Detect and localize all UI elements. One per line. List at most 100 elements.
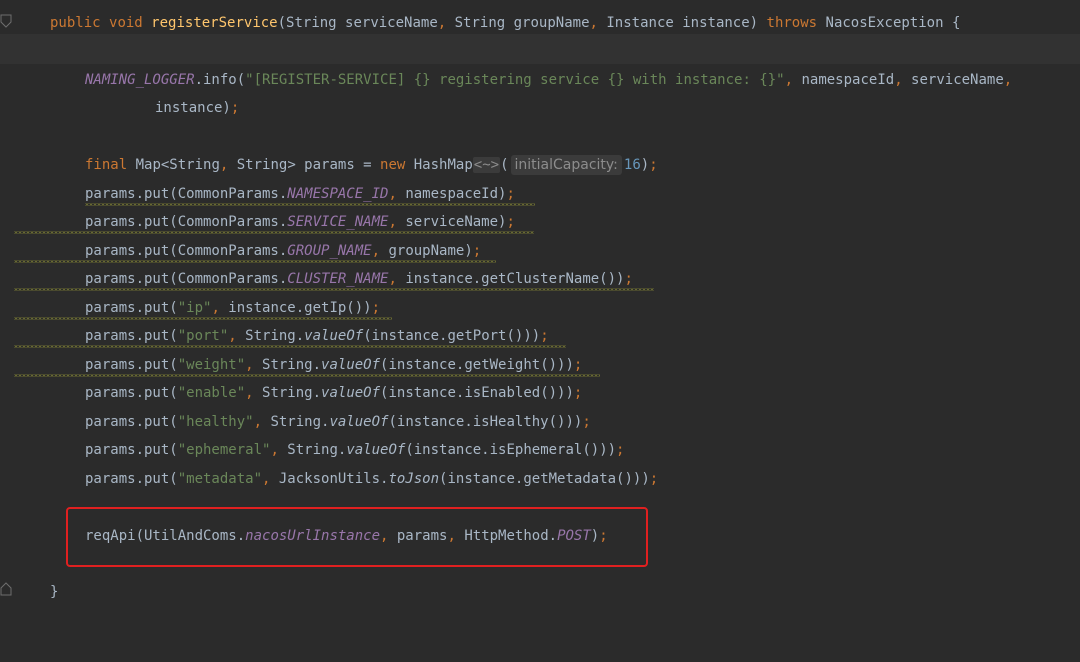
- static-method: valueOf: [329, 414, 389, 430]
- static-method: valueOf: [321, 357, 381, 373]
- put-call: params.put(: [85, 385, 178, 401]
- put-arg: (instance.isHealthy())): [388, 414, 583, 430]
- code-line-logger-cont[interactable]: instance);: [0, 94, 1080, 122]
- semicolon: ;: [506, 214, 515, 230]
- map-type: Map<String: [127, 157, 220, 173]
- arg-service-name: serviceName: [902, 72, 1004, 88]
- put-arg: (instance.getPort())): [363, 328, 541, 344]
- key-string: "healthy": [177, 414, 254, 430]
- comma: ,: [253, 414, 263, 430]
- comma: ,: [784, 72, 794, 88]
- semicolon: ;: [371, 300, 381, 316]
- string-class: String.: [253, 385, 322, 401]
- static-method: valueOf: [321, 385, 381, 401]
- key-string: "metadata": [177, 471, 263, 487]
- comma: ,: [228, 328, 237, 344]
- log-message-string: "[REGISTER-SERVICE] {} registering servi…: [245, 72, 785, 88]
- jackson-class: JacksonUtils.: [270, 471, 389, 487]
- put-call: params.put(: [85, 414, 178, 430]
- key-string: "enable": [177, 385, 246, 401]
- keyword-void: void: [109, 15, 143, 31]
- put-call: params.put(CommonParams.: [85, 214, 288, 230]
- put-call: params.put(: [85, 328, 178, 344]
- keyword-throws: throws: [766, 15, 818, 31]
- code-line-put-port[interactable]: params.put("port", String.valueOf(instan…: [0, 322, 1080, 350]
- comma: ,: [245, 357, 254, 373]
- comma: ,: [894, 72, 903, 88]
- comma: ,: [371, 243, 381, 259]
- code-line-map-decl[interactable]: final Map<String, String> params = new H…: [0, 151, 1080, 179]
- code-line-logger[interactable]: NAMING_LOGGER.info("[REGISTER-SERVICE] {…: [0, 66, 1080, 94]
- keyword-final: final: [85, 157, 128, 173]
- http-method-class: HttpMethod.: [455, 528, 558, 544]
- code-editor[interactable]: public void registerService(String servi…: [0, 0, 1080, 607]
- post-constant: POST: [557, 528, 591, 544]
- comma: ,: [388, 186, 397, 202]
- url-field: nacosUrlInstance: [245, 528, 381, 544]
- key-string: "ephemeral": [177, 442, 271, 458]
- put-arg: serviceName): [396, 214, 507, 230]
- put-arg: (instance.isEnabled())): [380, 385, 574, 401]
- comma: ,: [388, 214, 397, 230]
- arg-namespace-id: namespaceId: [793, 72, 895, 88]
- diamond-operator[interactable]: <~>: [472, 157, 501, 173]
- static-method: valueOf: [346, 442, 406, 458]
- comma: ,: [211, 300, 220, 316]
- semicolon: ;: [573, 385, 583, 401]
- semicolon: ;: [649, 157, 658, 173]
- code-line-put-enable[interactable]: params.put("enable", String.valueOf(inst…: [0, 379, 1080, 407]
- put-arg: (instance.getWeight())): [380, 357, 574, 373]
- key-string: "port": [177, 328, 229, 344]
- string-class: String.: [236, 328, 305, 344]
- static-method: valueOf: [304, 328, 364, 344]
- code-line-put-metadata[interactable]: params.put("metadata", JacksonUtils.toJs…: [0, 465, 1080, 493]
- hashmap-type: HashMap: [405, 157, 473, 173]
- put-arg: (instance.isEphemeral())): [405, 442, 617, 458]
- key-string: "weight": [177, 357, 246, 373]
- semicolon: ;: [649, 471, 659, 487]
- param-service-name: (String serviceName: [277, 15, 438, 31]
- put-call: params.put(CommonParams.: [85, 186, 288, 202]
- comma: ,: [388, 271, 397, 287]
- put-call: params.put(: [85, 471, 178, 487]
- code-line-put-namespace[interactable]: params.put(CommonParams.NAMESPACE_ID, na…: [0, 180, 1080, 208]
- code-line-put-healthy[interactable]: params.put("healthy", String.valueOf(ins…: [0, 408, 1080, 436]
- semicolon: ;: [573, 357, 583, 373]
- code-line-put-ephemeral[interactable]: params.put("ephemeral", String.valueOf(i…: [0, 436, 1080, 464]
- closing-brace: }: [50, 584, 59, 600]
- comma: ,: [245, 385, 254, 401]
- code-line-req-api[interactable]: reqApi(UtilAndComs.nacosUrlInstance, par…: [0, 522, 1080, 550]
- semicolon: ;: [540, 328, 549, 344]
- semicolon: ;: [230, 100, 240, 116]
- code-line-close-brace[interactable]: }: [0, 578, 1080, 606]
- semicolon: ;: [472, 243, 482, 259]
- exception-type: NacosException {: [817, 15, 961, 31]
- info-call: .info(: [194, 72, 246, 88]
- code-line-signature[interactable]: public void registerService(String servi…: [0, 9, 1080, 37]
- open-paren: (: [500, 157, 509, 173]
- code-line-put-group[interactable]: params.put(CommonParams.GROUP_NAME, grou…: [0, 237, 1080, 265]
- close-paren: ): [590, 528, 600, 544]
- string-class: String.: [262, 414, 330, 430]
- number-literal: 16: [623, 157, 641, 173]
- comma: ,: [589, 15, 598, 31]
- string-class: String.: [278, 442, 347, 458]
- semicolon: ;: [616, 442, 625, 458]
- put-call: params.put(: [85, 442, 178, 458]
- code-line-put-cluster[interactable]: params.put(CommonParams.CLUSTER_NAME, in…: [0, 265, 1080, 293]
- comma: ,: [437, 15, 447, 31]
- code-line-put-ip[interactable]: params.put("ip", instance.getIp());: [0, 294, 1080, 322]
- put-call: params.put(: [85, 300, 178, 316]
- current-line-highlight: [0, 34, 1080, 64]
- key-string: "ip": [177, 300, 212, 316]
- put-call: params.put(CommonParams.: [85, 271, 288, 287]
- code-line-put-service[interactable]: params.put(CommonParams.SERVICE_NAME, se…: [0, 208, 1080, 236]
- code-line-put-weight[interactable]: params.put("weight", String.valueOf(inst…: [0, 351, 1080, 379]
- constant-field: NAMESPACE_ID: [287, 186, 389, 202]
- string-class: String.: [253, 357, 322, 373]
- constant-field: GROUP_NAME: [287, 243, 372, 259]
- arg-params: params: [388, 528, 448, 544]
- static-method: toJson: [388, 471, 440, 487]
- semicolon: ;: [506, 186, 515, 202]
